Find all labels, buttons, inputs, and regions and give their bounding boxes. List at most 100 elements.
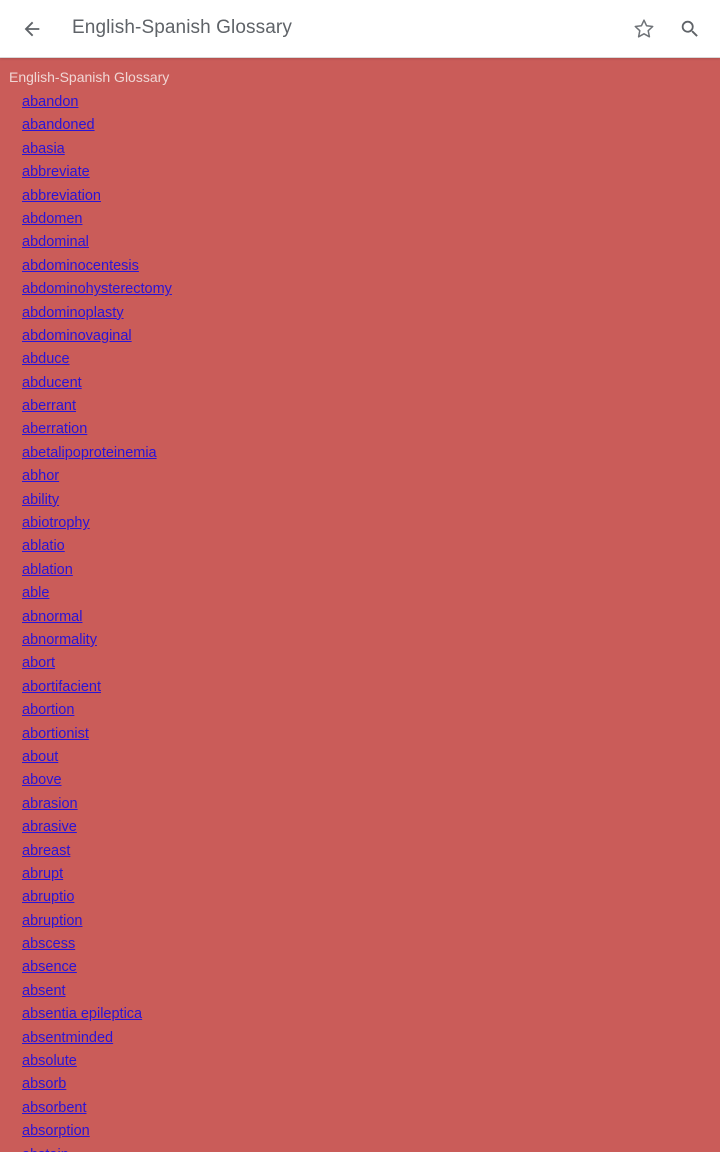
list-item: abnormal — [22, 608, 172, 631]
term-link[interactable]: abbreviate — [22, 164, 90, 180]
term-link[interactable]: absent — [22, 983, 66, 999]
term-link[interactable]: absence — [22, 959, 77, 975]
list-item: abandon — [22, 93, 172, 116]
back-button[interactable] — [12, 9, 52, 49]
list-item: abrasive — [22, 818, 172, 841]
search-icon — [681, 20, 698, 37]
term-link[interactable]: aberration — [22, 421, 87, 437]
arrow-back-icon — [24, 21, 40, 37]
term-link[interactable]: abrupt — [22, 866, 63, 882]
term-link[interactable]: abdominocentesis — [22, 258, 139, 274]
list-item: abhor — [22, 467, 172, 490]
list-item: abortifacient — [22, 678, 172, 701]
term-link[interactable]: abiotrophy — [22, 515, 90, 531]
list-item: absorption — [22, 1122, 172, 1145]
list-item: abortionist — [22, 725, 172, 748]
term-link[interactable]: abortifacient — [22, 679, 101, 695]
term-link[interactable]: abreast — [22, 843, 70, 859]
list-item: absent — [22, 982, 172, 1005]
term-link[interactable]: above — [22, 772, 62, 788]
list-item: ablatio — [22, 537, 172, 560]
term-link[interactable]: abdominohysterectomy — [22, 281, 172, 297]
list-item: able — [22, 584, 172, 607]
term-link[interactable]: absentminded — [22, 1030, 113, 1046]
list-item: about — [22, 748, 172, 771]
list-item: abbreviate — [22, 163, 172, 186]
term-link[interactable]: absolute — [22, 1053, 77, 1069]
term-list: abandon abandoned abasia abbreviate abbrevia… — [22, 93, 172, 1152]
term-link[interactable]: abort — [22, 655, 55, 671]
list-item: abreast — [22, 842, 172, 865]
list-item: abdominocentesis — [22, 257, 172, 280]
term-link[interactable]: abrasive — [22, 819, 77, 835]
term-link[interactable]: abscess — [22, 936, 75, 952]
list-item: abruption — [22, 912, 172, 935]
glossary-content: English-Spanish Glossary abandon abandone… — [0, 58, 720, 1152]
star-outline-icon — [634, 19, 654, 38]
term-link[interactable]: abetalipoproteinemia — [22, 445, 157, 461]
term-link[interactable]: absorption — [22, 1123, 90, 1139]
term-link[interactable]: ability — [22, 492, 59, 508]
list-item: abdominohysterectomy — [22, 280, 172, 303]
term-link[interactable]: abruptio — [22, 889, 74, 905]
favorite-button[interactable] — [624, 9, 664, 49]
list-item: abduce — [22, 350, 172, 373]
list-item: abasia — [22, 140, 172, 163]
list-item: abandoned — [22, 116, 172, 139]
term-link[interactable]: able — [22, 585, 49, 601]
list-item: absentia epileptica — [22, 1005, 172, 1028]
list-item: absentminded — [22, 1029, 172, 1052]
term-link[interactable]: ablatio — [22, 538, 65, 554]
list-item: absorbent — [22, 1099, 172, 1122]
list-item: abdominoplasty — [22, 304, 172, 327]
term-link[interactable]: abandon — [22, 94, 78, 110]
term-link[interactable]: ablation — [22, 562, 73, 578]
term-link[interactable]: absentia epileptica — [22, 1006, 142, 1022]
list-item: abscess — [22, 935, 172, 958]
term-link[interactable]: abasia — [22, 141, 65, 157]
term-link[interactable]: abducent — [22, 375, 82, 391]
list-item: abrupt — [22, 865, 172, 888]
list-item: abbreviation — [22, 187, 172, 210]
list-item: absolute — [22, 1052, 172, 1075]
list-item: abdomen — [22, 210, 172, 233]
term-link[interactable]: abrasion — [22, 796, 78, 812]
term-link[interactable]: abdominal — [22, 234, 89, 250]
list-item: absorb — [22, 1075, 172, 1098]
list-item: abdominovaginal — [22, 327, 172, 350]
list-item: abnormality — [22, 631, 172, 654]
term-link[interactable]: abruption — [22, 913, 82, 929]
list-item: above — [22, 771, 172, 794]
list-item: abruptio — [22, 888, 172, 911]
term-link[interactable]: abnormality — [22, 632, 97, 648]
term-link[interactable]: abnormal — [22, 609, 82, 625]
term-link[interactable]: absorbent — [22, 1100, 87, 1116]
list-item: aberration — [22, 420, 172, 443]
list-item: abrasion — [22, 795, 172, 818]
list-item: aberrant — [22, 397, 172, 420]
glossary-heading: English-Spanish Glossary — [9, 69, 170, 85]
page-title: English-Spanish Glossary — [72, 17, 292, 38]
term-link[interactable]: abortionist — [22, 726, 89, 742]
term-link[interactable]: abdomen — [22, 211, 82, 227]
list-item: abdominal — [22, 233, 172, 256]
list-item: abstain — [22, 1146, 172, 1152]
term-link[interactable]: abortion — [22, 702, 74, 718]
list-item: abducent — [22, 374, 172, 397]
term-link[interactable]: abdominoplasty — [22, 305, 124, 321]
list-item: abetalipoproteinemia — [22, 444, 172, 467]
term-link[interactable]: abduce — [22, 351, 70, 367]
list-item: abort — [22, 654, 172, 677]
search-button[interactable] — [670, 9, 710, 49]
term-link[interactable]: abbreviation — [22, 188, 101, 204]
term-link[interactable]: abstain — [22, 1147, 69, 1152]
list-item: abortion — [22, 701, 172, 724]
term-link[interactable]: abandoned — [22, 117, 95, 133]
term-link[interactable]: abdominovaginal — [22, 328, 132, 344]
term-link[interactable]: abhor — [22, 468, 59, 484]
list-item: ablation — [22, 561, 172, 584]
app-bar: English-Spanish Glossary — [0, 0, 720, 58]
term-link[interactable]: aberrant — [22, 398, 76, 414]
term-link[interactable]: absorb — [22, 1076, 66, 1092]
term-link[interactable]: about — [22, 749, 58, 765]
